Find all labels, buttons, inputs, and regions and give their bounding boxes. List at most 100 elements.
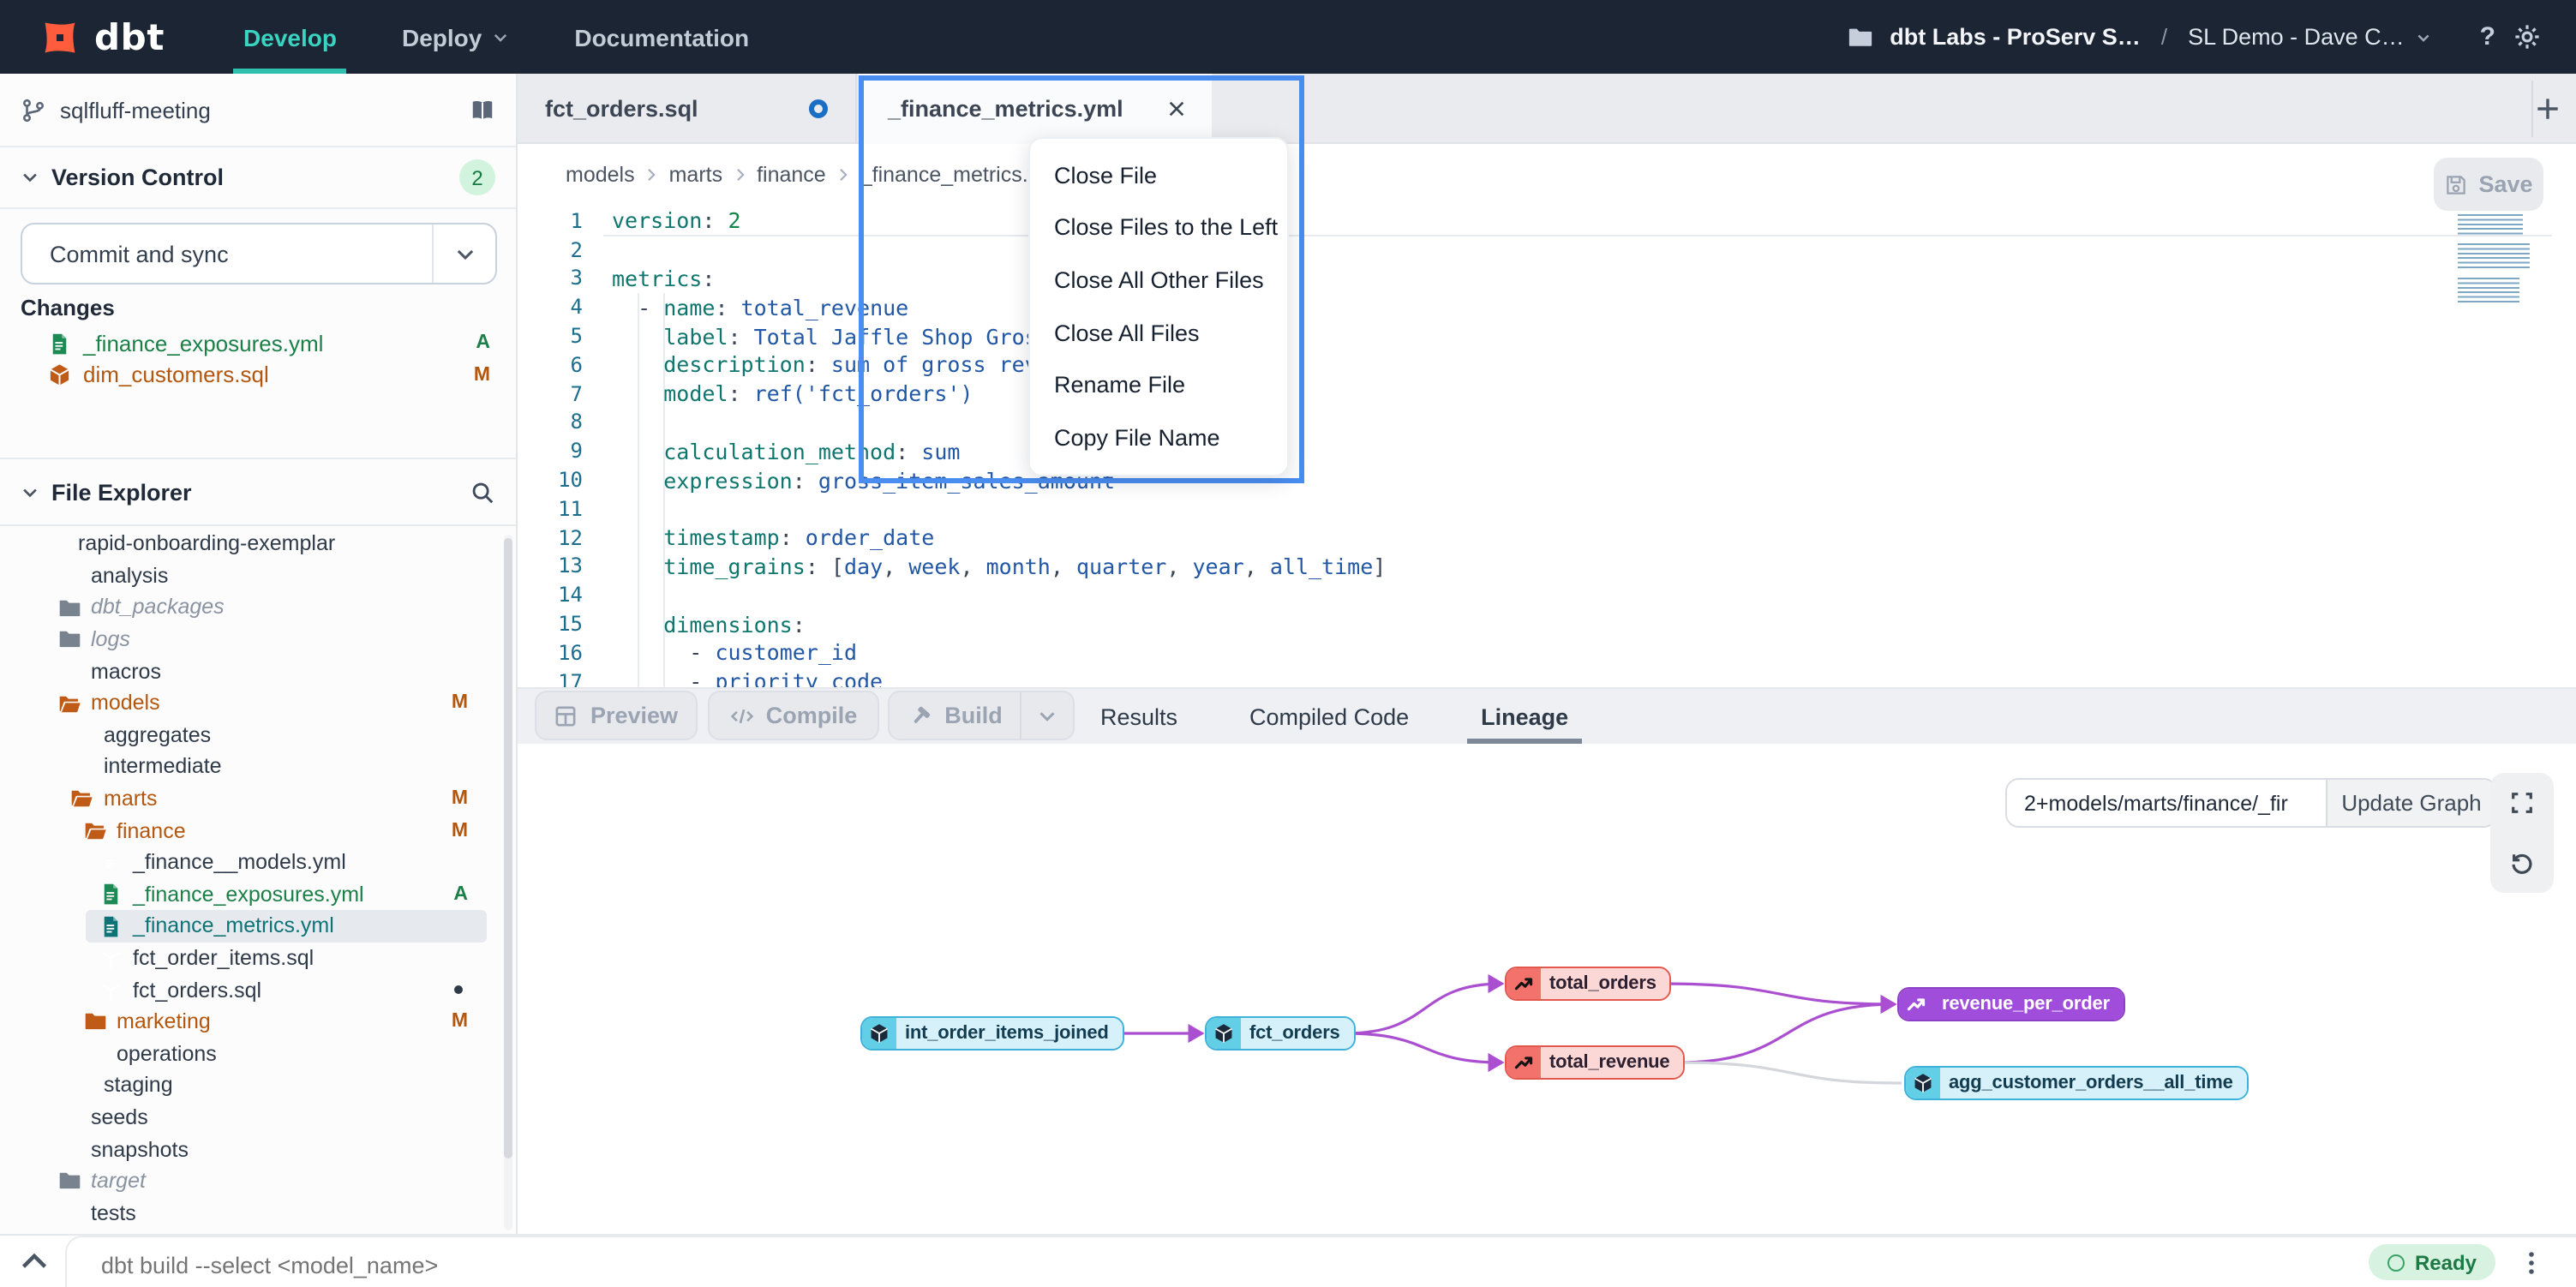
tree-item-fct_order_items.sql[interactable]: fct_order_items.sql — [0, 942, 516, 973]
git-branch-row[interactable]: sqlfluff-meeting — [0, 74, 516, 147]
kebab-menu-icon[interactable] — [2518, 1249, 2545, 1277]
build-button[interactable]: Build — [888, 691, 1075, 740]
reset-view-icon[interactable] — [2509, 850, 2535, 876]
breadcrumb-item[interactable]: models — [566, 163, 635, 187]
tree-item-label: _finance_exposures.yml — [133, 883, 364, 907]
version-control-header[interactable]: Version Control 2 — [0, 147, 516, 209]
node-label: int_order_items_joined — [896, 1018, 1123, 1049]
update-graph-button[interactable]: Update Graph — [2326, 780, 2495, 826]
dbt-logo[interactable]: dbt — [38, 15, 165, 59]
cube-icon — [99, 947, 123, 970]
breadcrumb-item[interactable]: finance — [757, 163, 826, 187]
help-button[interactable]: ? — [2480, 22, 2495, 51]
tree-item-label: marketing — [117, 1009, 211, 1033]
tree-item-marketing[interactable]: marketing M — [0, 1006, 516, 1038]
code-text: model: ref('fct_orders') — [612, 380, 973, 406]
command-input[interactable] — [98, 1242, 2076, 1287]
code-line: 4 - name: total_revenue — [518, 293, 2576, 322]
menu-item-close-file[interactable]: Close File — [1030, 163, 1287, 189]
tree-item-intermediate[interactable]: intermediate — [0, 751, 516, 782]
tree-item-seeds[interactable]: seeds — [0, 1101, 516, 1133]
menu-item-close-all-other-files[interactable]: Close All Other Files — [1030, 267, 1287, 293]
menu-item-rename-file[interactable]: Rename File — [1030, 373, 1287, 398]
code-line: 10 expression: gross_item_sales_amount — [518, 465, 2576, 494]
tree-item-target[interactable]: target — [0, 1165, 516, 1197]
lineage-node-total_revenue[interactable]: total_revenue — [1505, 1045, 1685, 1080]
preview-button[interactable]: Preview — [535, 691, 698, 740]
menu-item-close-all-files[interactable]: Close All Files — [1030, 320, 1287, 346]
tab-fct-orders[interactable]: fct_orders.sql — [518, 74, 857, 144]
close-icon[interactable] — [1165, 98, 1188, 120]
commit-and-sync-button[interactable]: Commit and sync — [21, 223, 497, 284]
code-text: - priority_code — [612, 668, 883, 687]
minimap[interactable] — [2458, 214, 2540, 307]
code-editor[interactable]: 1version: 223metrics:4 - name: total_rev… — [518, 206, 2576, 687]
code-line: 11 — [518, 494, 2576, 524]
settings-gear-icon[interactable] — [2513, 22, 2542, 51]
save-button[interactable]: Save — [2434, 158, 2543, 211]
tab-finance-metrics[interactable]: _finance_metrics.yml — [859, 74, 1212, 144]
chevron-down-icon — [21, 482, 39, 501]
change-item[interactable]: _finance_exposures.ymlA — [0, 327, 516, 359]
fullscreen-icon[interactable] — [2509, 790, 2535, 816]
lineage-node-fct_orders[interactable]: fct_orders — [1205, 1016, 1356, 1051]
search-icon[interactable] — [470, 479, 495, 505]
commit-options-chevron[interactable] — [432, 224, 495, 283]
bottom-panel-bar: Preview Compile Build Results Compiled Co… — [518, 687, 2576, 744]
lineage-node-agg_customer_orders__all_time[interactable]: agg_customer_orders__all_time — [1904, 1066, 2249, 1100]
tree-item-snapshots[interactable]: snapshots — [0, 1134, 516, 1165]
code-line: 6 description: sum of gross revenue — [518, 350, 2576, 380]
tree-item-marts[interactable]: martsM — [0, 783, 516, 815]
compile-button[interactable]: Compile — [708, 691, 879, 740]
nav-item-deploy[interactable]: Deploy — [402, 0, 509, 74]
sidebar: sqlfluff-meeting Version Control 2 Commi… — [0, 74, 518, 1234]
lineage-filter-input[interactable] — [2007, 780, 2326, 826]
nav-item-label: Develop — [243, 23, 337, 51]
command-panel: Ready — [65, 1236, 2576, 1287]
tab-results[interactable]: Results — [1100, 689, 1177, 744]
change-item[interactable]: dim_customers.sqlM — [0, 359, 516, 391]
file-explorer-header[interactable]: File Explorer — [0, 459, 516, 526]
tree-item-label: macros — [91, 659, 161, 683]
lineage-node-total_orders[interactable]: total_orders — [1505, 967, 1672, 1001]
lineage-node-int_order_items_joined[interactable]: int_order_items_joined — [860, 1016, 1124, 1051]
tree-item-logs[interactable]: logs — [0, 624, 516, 655]
tree-item-fct_orders.sql[interactable]: fct_orders.sql — [0, 974, 516, 1006]
project-selector[interactable]: SL Demo - Dave C… — [2188, 24, 2432, 50]
tree-item-_finance_metrics.yml[interactable]: _finance_metrics.yml — [0, 910, 516, 942]
tree-item-dbt_packages[interactable]: dbt_packages — [0, 591, 516, 623]
scrollbar-thumb[interactable] — [504, 538, 512, 1158]
tree-item-_finance_exposures.yml[interactable]: _finance_exposures.ymlA — [0, 878, 516, 910]
tree-item-tests[interactable]: tests — [0, 1197, 516, 1229]
unsaved-dot-icon — [809, 99, 828, 118]
file-tree-scrollbar — [504, 535, 512, 1230]
tree-item-finance[interactable]: financeM — [0, 815, 516, 847]
docs-book-icon[interactable] — [470, 97, 495, 123]
tree-item-aggregates[interactable]: aggregates — [0, 719, 516, 751]
tree-item-operations[interactable]: operations — [0, 1038, 516, 1069]
tree-item-staging[interactable]: staging — [0, 1069, 516, 1101]
trend-up-icon — [1513, 1052, 1534, 1073]
git-status-badge: M — [452, 1011, 468, 1032]
tree-item-models[interactable]: modelsM — [0, 687, 516, 719]
tree-item-_finance__models.yml[interactable]: _finance__models.yml — [0, 847, 516, 878]
chevron-down-icon — [2415, 28, 2432, 45]
menu-item-close-files-to-the-left[interactable]: Close Files to the Left — [1030, 215, 1287, 241]
build-options-chevron[interactable] — [1020, 692, 1073, 739]
menu-item-copy-file-name[interactable]: Copy File Name — [1030, 425, 1287, 451]
tab-compiled-code[interactable]: Compiled Code — [1249, 689, 1409, 744]
tree-item-rapid-onboarding-exemplar[interactable]: rapid-onboarding-exemplar — [0, 528, 516, 560]
line-number: 7 — [548, 381, 583, 405]
lineage-node-revenue_per_order[interactable]: revenue_per_order — [1897, 987, 2125, 1021]
tree-item-analysis[interactable]: analysis — [0, 560, 516, 591]
new-tab-plus-icon[interactable] — [2533, 94, 2562, 123]
nav-item-develop[interactable]: Develop — [243, 0, 337, 74]
account-name[interactable]: dbt Labs - ProServ S… — [1890, 24, 2141, 50]
tree-item-macros[interactable]: macros — [0, 655, 516, 687]
node-label: agg_customer_orders__all_time — [1940, 1068, 2247, 1098]
breadcrumb-item[interactable]: marts — [669, 163, 723, 187]
nav-item-documentation[interactable]: Documentation — [574, 0, 749, 74]
tab-lineage[interactable]: Lineage — [1481, 689, 1568, 744]
expand-panel-chevron-up[interactable] — [15, 1244, 53, 1278]
folder-open-icon — [83, 819, 106, 842]
